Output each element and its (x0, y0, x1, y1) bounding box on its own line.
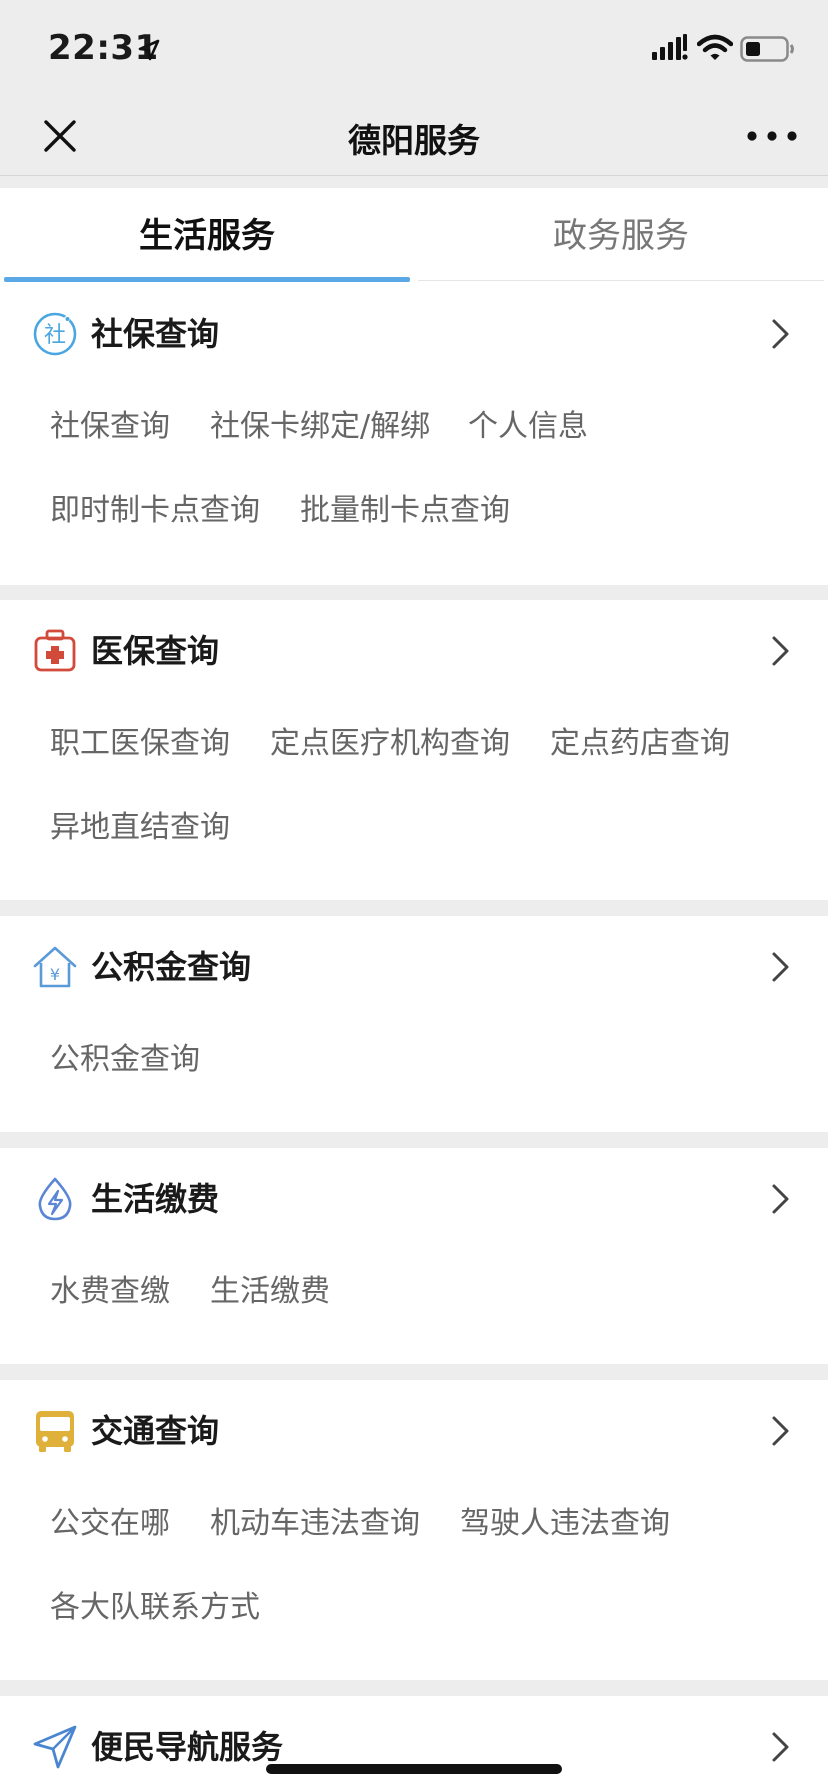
section-title: 便民导航服务 (91, 1728, 284, 1766)
service-item[interactable]: 公交在哪 (50, 1504, 170, 1544)
section-utility-payment: 生活缴费 水费查缴 生活缴费 (0, 1148, 828, 1364)
chevron-right-icon[interactable] (770, 1182, 792, 1216)
house-fund-icon: ¥ (33, 946, 77, 988)
cellular-signal-icon (652, 34, 688, 60)
section-medical-insurance: 医保查询 职工医保查询 定点医疗机构查询 定点药店查询 异地直结查询 (0, 600, 828, 900)
service-item[interactable]: 职工医保查询 (50, 724, 230, 764)
section-title: 公积金查询 (91, 948, 252, 986)
water-drop-icon (38, 1177, 72, 1221)
tab-government-services[interactable]: 政务服务 (414, 188, 828, 284)
chevron-right-icon[interactable] (770, 317, 792, 351)
tab-divider (418, 280, 824, 281)
service-item[interactable]: 机动车违法查询 (210, 1504, 420, 1544)
service-item[interactable]: 社保查询 (50, 407, 170, 447)
service-item[interactable]: 公积金查询 (50, 1040, 200, 1080)
tab-life-services[interactable]: 生活服务 (0, 188, 414, 284)
battery-icon (740, 36, 794, 62)
chevron-right-icon[interactable] (770, 634, 792, 668)
section-traffic: 交通查询 公交在哪 机动车违法查询 驾驶人违法查询 各大队联系方式 (0, 1380, 828, 1680)
service-item[interactable]: 定点医疗机构查询 (270, 724, 510, 764)
page: 22:31 德阳服务 生活服务 政务服务 社 社保查询 社保查询 社保卡绑定/解… (0, 0, 828, 1792)
home-indicator[interactable] (266, 1764, 562, 1774)
status-bar: 22:31 (0, 0, 828, 96)
service-item[interactable]: 异地直结查询 (50, 808, 230, 848)
section-title: 医保查询 (91, 632, 220, 670)
location-arrow-icon (138, 39, 160, 61)
svg-text:社: 社 (44, 323, 66, 348)
service-item[interactable]: 定点药店查询 (550, 724, 730, 764)
active-tab-indicator (4, 277, 410, 282)
social-security-icon: 社 (33, 312, 77, 356)
service-item[interactable]: 水费查缴 (50, 1272, 170, 1312)
service-item[interactable]: 即时制卡点查询 (50, 491, 260, 531)
medical-kit-icon (34, 629, 76, 672)
section-housing-fund: ¥ 公积金查询 公积金查询 (0, 916, 828, 1132)
nav-bar: 德阳服务 (0, 96, 828, 176)
section-title: 社保查询 (91, 315, 220, 353)
wifi-icon (697, 34, 733, 60)
service-item[interactable]: 各大队联系方式 (50, 1588, 260, 1628)
section-title: 生活缴费 (91, 1180, 220, 1218)
chevron-right-icon[interactable] (770, 950, 792, 984)
section-title: 交通查询 (91, 1412, 220, 1450)
section-social-security: 社 社保查询 社保查询 社保卡绑定/解绑 个人信息 即时制卡点查询 批量制卡点查… (0, 283, 828, 585)
navigation-icon (33, 1725, 77, 1769)
service-item[interactable]: 生活缴费 (210, 1272, 330, 1312)
service-item[interactable]: 社保卡绑定/解绑 (210, 407, 430, 447)
page-title: 德阳服务 (348, 121, 480, 160)
svg-text:¥: ¥ (50, 965, 60, 984)
service-tabs: 生活服务 政务服务 (0, 188, 828, 284)
chevron-right-icon[interactable] (770, 1730, 792, 1764)
service-item[interactable]: 驾驶人违法查询 (460, 1504, 670, 1544)
more-options-icon[interactable] (744, 124, 800, 148)
service-item[interactable]: 批量制卡点查询 (300, 491, 510, 531)
chevron-right-icon[interactable] (770, 1414, 792, 1448)
bus-icon (36, 1411, 74, 1452)
section-navigation-service: 便民导航服务 (0, 1696, 828, 1792)
service-item[interactable]: 个人信息 (468, 407, 588, 447)
